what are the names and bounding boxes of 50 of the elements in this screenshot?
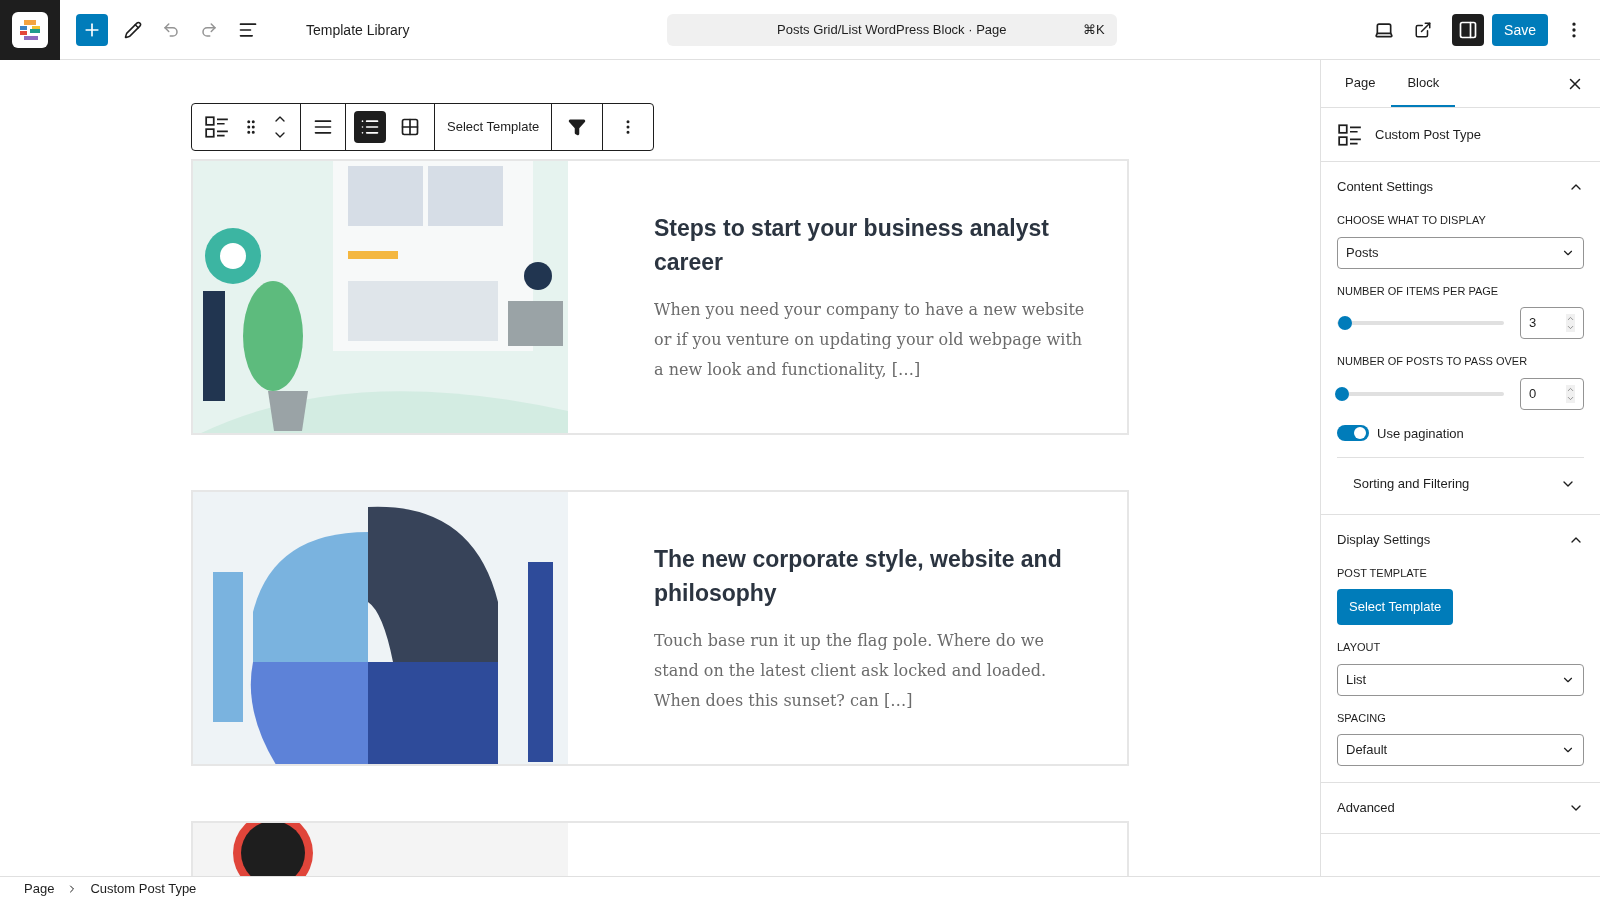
align-icon[interactable] xyxy=(313,117,333,137)
panel-header[interactable]: Advanced xyxy=(1337,783,1584,833)
sidebar-tab[interactable]: Page xyxy=(1329,60,1392,107)
panel-header[interactable]: Content Settings xyxy=(1337,162,1584,212)
list-layout-button[interactable] xyxy=(354,111,386,143)
select-field[interactable]: List xyxy=(1337,663,1584,696)
field-label: CHOOSE WHAT TO DISPLAY xyxy=(1337,213,1487,228)
command-palette-button[interactable]: Posts Grid/List WordPress Block · Page ⌘K xyxy=(666,13,1117,46)
breadcrumb-link[interactable]: Custom Post Type xyxy=(90,878,197,899)
field-label: LAYOUT xyxy=(1337,640,1382,655)
field-label: NUMBER OF POSTS TO PASS OVER xyxy=(1337,354,1529,369)
redo-icon[interactable] xyxy=(200,20,218,39)
post-excerpt: When you need your company to have a new website or if you venture on updating your old webpage with a new look and functionality, […] xyxy=(654,299,1086,381)
settings-toggle-button[interactable] xyxy=(1452,13,1485,46)
edit-tool-icon[interactable] xyxy=(124,20,142,39)
post-title[interactable]: The new corporate style, website and philosophy xyxy=(654,542,1087,610)
view-page-icon[interactable] xyxy=(1414,20,1433,39)
field-label: NUMBER OF ITEMS PER PAGE xyxy=(1337,283,1500,299)
panel-header[interactable]: Display Settings xyxy=(1337,514,1584,565)
field-label: SPACING xyxy=(1337,710,1387,726)
subpanel-header[interactable]: Sorting and Filtering xyxy=(1337,457,1584,498)
spinner-icon[interactable] xyxy=(1566,384,1575,403)
field-label: POST TEMPLATE xyxy=(1337,565,1428,581)
filter-icon[interactable] xyxy=(568,118,587,136)
list-icon xyxy=(360,117,380,137)
list-block-icon xyxy=(1337,121,1363,148)
list-block-icon xyxy=(204,114,230,140)
block-name: Custom Post Type xyxy=(1375,125,1481,144)
app-logo-icon[interactable] xyxy=(12,11,48,48)
select-template-button[interactable]: Select Template xyxy=(435,104,553,150)
shortcut-hint: ⌘K xyxy=(1083,20,1105,39)
number-field[interactable]: 3 xyxy=(1520,307,1584,339)
sidebar-tab[interactable]: Block xyxy=(1391,60,1456,107)
sidebar-panel-icon xyxy=(1458,19,1479,40)
toggle-label: Use pagination xyxy=(1377,424,1464,443)
number-field[interactable]: 0 xyxy=(1520,377,1584,410)
undo-icon[interactable] xyxy=(162,20,180,39)
slider-thumb[interactable] xyxy=(1335,386,1349,401)
slider-thumb[interactable] xyxy=(1338,316,1353,330)
grid-icon xyxy=(400,117,420,137)
post-excerpt: Touch base run it up the flag pole. Where do we stand on the latest client ask locked and loaded. When does this sunset? can […] xyxy=(654,630,1048,712)
select-field[interactable]: Default xyxy=(1337,734,1584,766)
select-template-button[interactable]: Select Template xyxy=(1337,589,1454,625)
add-block-button[interactable] xyxy=(76,13,108,46)
select-field[interactable]: Posts xyxy=(1337,236,1584,269)
breadcrumb-link[interactable]: Page xyxy=(24,878,55,899)
template-library-link[interactable]: Template Library xyxy=(306,19,410,40)
save-button[interactable]: Save xyxy=(1492,13,1548,46)
toggle-switch[interactable] xyxy=(1337,425,1369,442)
post-title[interactable]: Steps to start your business analyst career xyxy=(654,211,1087,279)
